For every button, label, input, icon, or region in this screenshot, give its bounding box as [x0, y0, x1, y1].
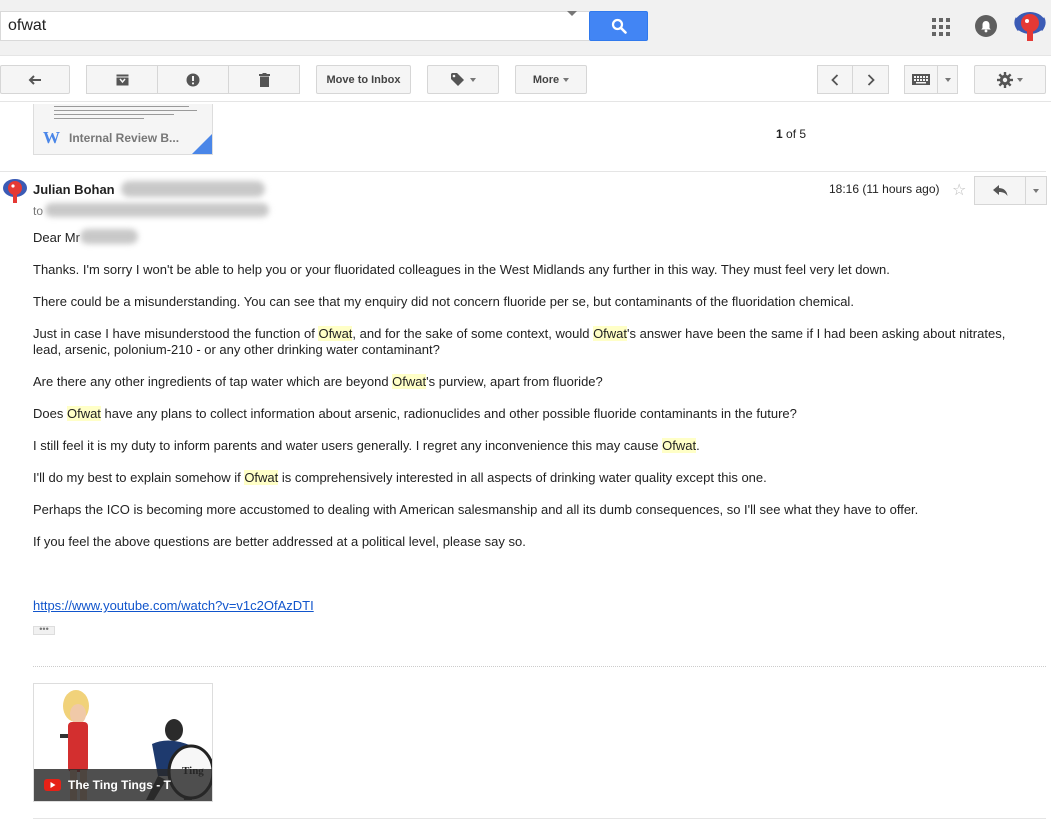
move-to-inbox-label: Move to Inbox — [326, 73, 401, 86]
recipients-label: to — [33, 204, 44, 218]
message-toolbar: Move to Inbox More 1 of 5 — [0, 56, 1051, 141]
attachment-name: Internal Review B... — [69, 131, 180, 145]
search-highlight: Ofwat — [66, 406, 101, 421]
back-button[interactable] — [0, 65, 70, 94]
body-paragraph: I'll do my best to explain somehow if Of… — [33, 470, 767, 485]
more-label: More — [532, 73, 560, 86]
chevron-down-icon — [1033, 188, 1039, 193]
search-button[interactable] — [589, 11, 648, 41]
older-button[interactable] — [817, 65, 853, 94]
body-paragraph: Does Ofwat have any plans to collect inf… — [33, 406, 797, 421]
label-tag-icon — [450, 73, 464, 86]
user-avatar[interactable] — [1013, 10, 1047, 44]
delete-button[interactable] — [229, 65, 300, 94]
chevron-down-icon — [944, 77, 951, 82]
video-title: The Ting Tings - T — [68, 778, 171, 792]
sender-name[interactable]: Julian Bohan — [33, 182, 115, 197]
greeting-text: Dear Mr — [33, 230, 80, 245]
youtube-link[interactable]: https://www.youtube.com/watch?v=v1c2OfAz… — [33, 598, 314, 613]
body-paragraph: Perhaps the ICO is becoming more accusto… — [33, 502, 919, 517]
redacted-recipient-name — [80, 229, 138, 244]
redacted-recipients[interactable] — [45, 203, 269, 217]
body-paragraph: There could be a misunderstanding. You c… — [33, 294, 854, 309]
more-button[interactable]: More — [515, 65, 587, 94]
newer-button[interactable] — [853, 65, 889, 94]
video-title-bar: The Ting Tings - T — [34, 769, 212, 801]
search-box[interactable] — [0, 11, 589, 41]
show-trimmed-content-button[interactable]: ••• — [33, 625, 55, 635]
message-timestamp: 18:16 (11 hours ago) — [829, 182, 940, 196]
pager-total: 5 — [799, 127, 807, 141]
star-icon[interactable]: ☆ — [952, 180, 966, 200]
body-paragraph: If you feel the above questions are bett… — [33, 534, 526, 549]
chevron-right-icon — [867, 73, 875, 86]
attachment-corner-fold — [192, 134, 212, 154]
body-paragraph: Are there any other ingredients of tap w… — [33, 374, 603, 389]
word-document-icon: W — [43, 128, 60, 147]
search-icon — [611, 18, 627, 34]
chevron-left-icon — [831, 73, 839, 86]
sender-avatar — [3, 179, 27, 203]
keyboard-icon — [912, 74, 930, 85]
search-highlight: Ofwat — [244, 470, 279, 485]
move-to-inbox-button[interactable]: Move to Inbox — [316, 65, 411, 94]
settings-button[interactable] — [974, 65, 1046, 94]
trash-icon — [258, 72, 270, 87]
input-tools-button[interactable] — [904, 65, 938, 94]
attachment-card[interactable]: W Internal Review B... — [33, 104, 213, 155]
attachment-preview — [54, 106, 204, 124]
input-tools-dropdown[interactable] — [938, 65, 958, 94]
body-paragraph: Just in case I have misunderstood the fu… — [33, 326, 1006, 357]
more-reply-options-button[interactable] — [1026, 176, 1047, 205]
youtube-icon — [44, 779, 61, 791]
search-highlight: Ofwat — [593, 326, 628, 341]
reply-icon — [992, 185, 1007, 196]
message-bottom-divider — [33, 818, 1046, 819]
back-arrow-icon — [28, 74, 41, 85]
pager-of: of — [786, 127, 797, 141]
body-paragraph: Thanks. I'm sorry I won't be able to hel… — [33, 262, 890, 277]
bell-icon[interactable] — [975, 15, 997, 37]
attachments-separator — [33, 666, 1046, 667]
apps-grid-icon[interactable] — [932, 18, 950, 36]
report-spam-button[interactable] — [158, 65, 229, 94]
chevron-down-icon — [563, 77, 570, 82]
archive-button[interactable] — [86, 65, 158, 94]
search-highlight: Ofwat — [662, 438, 697, 453]
pager-nav — [817, 65, 889, 94]
message-divider — [0, 171, 1046, 172]
input-tools — [904, 65, 958, 94]
top-bar — [0, 0, 1051, 56]
search-highlight: Ofwat — [318, 326, 353, 341]
pager-text: 1 of 5 — [776, 127, 806, 141]
search-input[interactable] — [1, 12, 541, 40]
redacted-sender-email — [121, 181, 265, 197]
pager-current: 1 — [776, 127, 783, 141]
action-button-group — [86, 65, 300, 94]
search-options-dropdown-icon[interactable] — [567, 11, 577, 16]
archive-icon — [116, 74, 128, 85]
chevron-down-icon — [469, 77, 476, 82]
greeting: Dear Mr — [33, 230, 1033, 246]
reply-button-group — [974, 176, 1047, 205]
youtube-preview-card[interactable]: Ting The Ting Tings - T — [33, 683, 213, 802]
search-highlight: Ofwat — [392, 374, 427, 389]
reply-button[interactable] — [974, 176, 1026, 205]
chevron-down-icon — [1017, 77, 1023, 82]
body-paragraph: I still feel it is my duty to inform par… — [33, 438, 700, 453]
report-spam-icon — [186, 73, 200, 86]
link-paragraph: https://www.youtube.com/watch?v=v1c2OfAz… — [33, 598, 1033, 614]
gear-icon — [997, 71, 1013, 88]
labels-button[interactable] — [427, 65, 499, 94]
